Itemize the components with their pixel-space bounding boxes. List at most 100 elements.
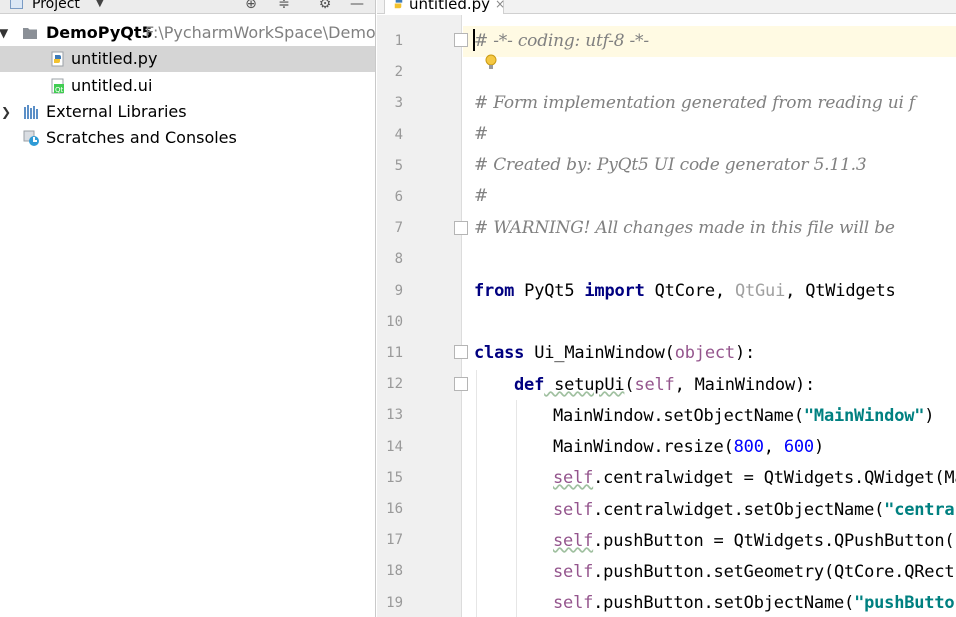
string: "MainWindow" (803, 406, 925, 426)
punctuation: ): (734, 343, 756, 363)
code-line-14[interactable]: MainWindow.resize(800, 600) (553, 432, 824, 463)
qt-file-icon: Qt (51, 78, 64, 94)
code-line-3[interactable]: # Form implementation generated from rea… (474, 88, 915, 119)
self-keyword: self (553, 500, 594, 520)
keyword: import (584, 281, 645, 301)
chevron-down-icon[interactable]: ▼ (0, 20, 11, 46)
tree-item-label: DemoPyQt5 (46, 23, 153, 42)
code-line-1[interactable]: # -*- coding: utf-8 -*- (474, 26, 649, 57)
code-line-16[interactable]: self.centralwidget.setObjectName("centra (553, 495, 955, 526)
line-number[interactable]: 19 (377, 588, 403, 617)
punctuation: ) (924, 406, 935, 426)
library-icon (24, 105, 38, 119)
comment: # -*- coding: utf-8 -*- (474, 31, 649, 51)
tab-untitled-py[interactable]: untitled.py × (384, 0, 505, 14)
identifier: MainWindow.setObjectName( (553, 406, 804, 426)
code-line-5[interactable]: # Created by: PyQt5 UI code generator 5.… (474, 150, 867, 181)
crosshair-icon[interactable]: ⊕ (242, 0, 260, 14)
scratches-icon (23, 130, 39, 146)
line-number[interactable]: 7 (377, 213, 403, 244)
self-keyword: self (553, 593, 594, 613)
project-panel: Project ▼ ⊕ ≑ ⚙ — ▼ DemoPyQt5 F:\Pycharm… (0, 0, 376, 617)
indent-guide (516, 400, 517, 617)
line-number[interactable]: 3 (377, 88, 403, 119)
code-line-19[interactable]: self.pushButton.setObjectName("pushButto (553, 588, 955, 617)
identifier: MainWindow.resize( (553, 437, 734, 457)
tree-item-scratches[interactable]: Scratches and Consoles (0, 125, 375, 151)
line-number[interactable]: 12 (377, 369, 403, 400)
string: "pushButto (854, 593, 955, 613)
builtin: object (674, 343, 735, 363)
line-number[interactable]: 4 (377, 120, 403, 151)
close-icon[interactable]: × (495, 0, 505, 14)
fold-marker-icon[interactable] (454, 377, 468, 391)
line-number[interactable]: 10 (377, 307, 403, 338)
line-number[interactable]: 9 (377, 276, 403, 307)
line-number[interactable]: 11 (377, 338, 403, 369)
code-line-4[interactable]: # (474, 119, 488, 150)
identifier: QtCore, (644, 281, 735, 301)
comment: # Form implementation generated from rea… (474, 93, 916, 113)
code-line-17[interactable]: self.pushButton = QtWidgets.QPushButton(… (553, 526, 956, 557)
project-panel-header: Project ▼ ⊕ ≑ ⚙ — (0, 0, 375, 14)
tree-item-untitled-py[interactable]: untitled.py (0, 46, 375, 72)
project-view-icon (10, 0, 23, 9)
folder-icon (23, 28, 37, 39)
line-number[interactable]: 18 (377, 556, 403, 587)
chevron-down-icon[interactable]: ▼ (96, 0, 104, 14)
fold-marker-icon[interactable] (454, 221, 468, 235)
identifier: Ui_MainWindow( (524, 343, 675, 363)
keyword: from (474, 281, 515, 301)
line-number[interactable]: 5 (377, 151, 403, 182)
gear-icon[interactable]: ⚙ (316, 0, 334, 14)
line-number[interactable]: 6 (377, 182, 403, 213)
line-number[interactable]: 16 (377, 494, 403, 525)
tab-label: untitled.py (409, 0, 491, 13)
identifier: .centralwidget = QtWidgets.QWidget(Ma (593, 468, 956, 488)
identifier: setupUi (544, 375, 625, 395)
code-line-13[interactable]: MainWindow.setObjectName("MainWindow") (553, 401, 935, 432)
code-line-11[interactable]: class Ui_MainWindow(object): (474, 338, 755, 369)
number: 800 (733, 437, 764, 457)
code-line-12[interactable]: def setupUi(self, MainWindow): (514, 370, 815, 401)
minimize-icon[interactable]: — (348, 0, 366, 14)
line-number[interactable]: 2 (377, 57, 403, 88)
indent-guide (476, 370, 477, 617)
code-line-9[interactable]: from PyQt5 import QtCore, QtGui, QtWidge… (474, 276, 896, 307)
tree-item-project-root[interactable]: ▼ DemoPyQt5 F:\PycharmWorkSpace\DemoPy (0, 20, 376, 46)
comment: # (474, 186, 489, 206)
code-line-15[interactable]: self.centralwidget = QtWidgets.QWidget(M… (553, 463, 956, 494)
self-keyword: self (553, 468, 594, 488)
line-number[interactable]: 8 (377, 244, 403, 275)
collapse-all-icon[interactable]: ≑ (275, 0, 293, 14)
code-line-18[interactable]: self.pushButton.setGeometry(QtCore.QRect (553, 557, 955, 588)
comment: # Created by: PyQt5 UI code generator 5.… (474, 155, 867, 175)
number: 600 (783, 437, 814, 457)
keyword: class (474, 343, 525, 363)
tree-item-path: F:\PycharmWorkSpace\DemoPy (145, 23, 376, 42)
project-panel-title[interactable]: Project (32, 0, 80, 14)
tree-item-external-libraries[interactable]: ❯ External Libraries (0, 99, 375, 125)
fold-marker-icon[interactable] (454, 33, 468, 47)
line-number[interactable]: 13 (377, 400, 403, 431)
chevron-right-icon[interactable]: ❯ (1, 99, 13, 125)
fold-marker-icon[interactable] (454, 345, 468, 359)
line-number[interactable]: 15 (377, 463, 403, 494)
tree-item-untitled-ui[interactable]: Qt untitled.ui (0, 73, 375, 99)
string: "centra (884, 500, 955, 520)
line-number[interactable]: 1 (377, 26, 403, 57)
line-number[interactable]: 14 (377, 432, 403, 463)
code-line-7[interactable]: # WARNING! All changes made in this file… (474, 213, 895, 244)
unused-import: QtGui (734, 281, 786, 301)
code-line-6[interactable]: # (474, 181, 488, 212)
tree-item-label: untitled.ui (71, 76, 153, 95)
tree-item-label: Scratches and Consoles (46, 128, 237, 147)
keyword: def (514, 375, 545, 395)
self-keyword: self (553, 531, 594, 551)
editor-tab-strip: untitled.py × (377, 0, 956, 14)
punctuation: , (763, 437, 784, 457)
line-number[interactable]: 17 (377, 525, 403, 556)
identifier: , QtWidgets (785, 281, 896, 301)
self-keyword: self (634, 375, 675, 395)
identifier: .centralwidget.setObjectName( (593, 500, 885, 520)
